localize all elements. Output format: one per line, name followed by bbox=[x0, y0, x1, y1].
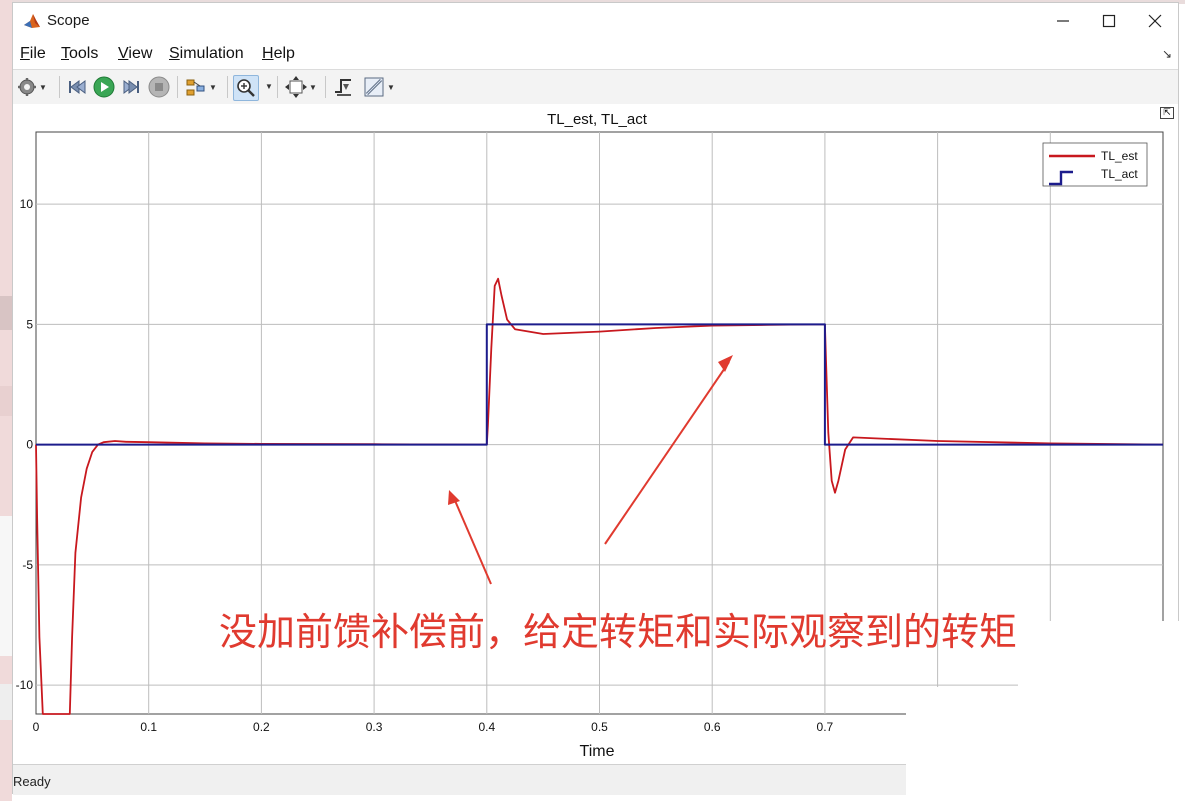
menu-bar: File Tools View Simulation Help ↘ bbox=[13, 41, 1178, 67]
scope-plot[interactable]: TL_est, TL_act 0 0.1 0.2 0.3 0.4 0.5 0.6 0.7 -1… bbox=[13, 104, 1178, 764]
window-title: Scope bbox=[47, 12, 90, 29]
y-tick-label: 0 bbox=[26, 438, 33, 452]
x-tick-label: 0.4 bbox=[478, 720, 495, 734]
menu-view[interactable]: View bbox=[118, 45, 152, 63]
scope-window: Scope File Tools View Simulation Help ↘ … bbox=[12, 2, 1179, 795]
background-window-edge bbox=[0, 0, 12, 801]
menu-file-mnemonic: F bbox=[20, 45, 30, 62]
settings-icon bbox=[18, 78, 36, 96]
toolbar-separator bbox=[325, 76, 326, 98]
annotation-text: 没加前馈补偿前，给定转矩和实际观察到的转矩 bbox=[219, 610, 1018, 654]
run-button[interactable] bbox=[93, 75, 115, 99]
toolbar: ▼ ▼ ▼ ▼ ▼ bbox=[13, 69, 1178, 105]
measure-icon bbox=[364, 77, 384, 97]
close-button[interactable] bbox=[1132, 3, 1178, 39]
menu-file[interactable]: File bbox=[20, 45, 46, 63]
x-tick-label: 0.1 bbox=[140, 720, 157, 734]
crop-overlay bbox=[906, 687, 1185, 801]
measure-button[interactable]: ▼ bbox=[363, 75, 395, 99]
zoom-in-icon bbox=[237, 79, 255, 97]
legend-label-act: TL_act bbox=[1101, 167, 1138, 181]
toolbar-separator bbox=[227, 76, 228, 98]
y-tick-labels: -10 -5 0 5 10 bbox=[16, 197, 34, 692]
x-tick-labels: 0 0.1 0.2 0.3 0.4 0.5 0.6 0.7 bbox=[33, 720, 834, 734]
chevron-down-icon: ▼ bbox=[209, 82, 217, 92]
chevron-down-icon: ▼ bbox=[387, 82, 395, 92]
minimize-button[interactable] bbox=[1040, 3, 1086, 39]
chevron-down-icon: ▼ bbox=[39, 82, 47, 92]
x-tick-label: 0.7 bbox=[817, 720, 834, 734]
highlight-button[interactable]: ▼ bbox=[185, 75, 217, 99]
menu-help-mnemonic: H bbox=[262, 45, 274, 62]
matlab-logo-icon bbox=[23, 12, 41, 30]
x-tick-label: 0.6 bbox=[704, 720, 721, 734]
toolbar-separator bbox=[59, 76, 60, 98]
stop-button[interactable] bbox=[148, 75, 170, 99]
menu-corner-arrow-icon[interactable]: ↘ bbox=[1162, 47, 1172, 61]
y-tick-label: 10 bbox=[20, 197, 34, 211]
crop-overlay bbox=[1018, 621, 1185, 687]
menu-help-label: elp bbox=[273, 45, 295, 62]
trigger-icon bbox=[335, 79, 351, 96]
maximize-button[interactable] bbox=[1086, 3, 1132, 39]
close-icon bbox=[1148, 14, 1162, 28]
fit-view-icon bbox=[285, 76, 307, 98]
title-bar[interactable]: Scope bbox=[13, 3, 1178, 39]
menu-tools-label: ools bbox=[69, 45, 99, 62]
chart-title: TL_est, TL_act bbox=[547, 111, 648, 128]
settings-button[interactable]: ▼ bbox=[17, 75, 47, 99]
toolbar-separator bbox=[277, 76, 278, 98]
step-back-button[interactable] bbox=[67, 75, 87, 99]
chevron-down-icon[interactable]: ▼ bbox=[265, 82, 273, 91]
chevron-down-icon: ▼ bbox=[309, 82, 317, 92]
stop-icon bbox=[148, 76, 170, 98]
highlight-icon bbox=[186, 79, 205, 96]
x-tick-label: 0.3 bbox=[366, 720, 383, 734]
menu-simulation[interactable]: Simulation bbox=[169, 45, 244, 63]
legend[interactable]: TL_est TL_act bbox=[1042, 142, 1148, 187]
menu-tools[interactable]: Tools bbox=[61, 45, 98, 63]
menu-simulation-label: imulation bbox=[179, 45, 244, 62]
toolbar-separator bbox=[177, 76, 178, 98]
minimize-icon bbox=[1057, 20, 1069, 22]
x-axis-label: Time bbox=[580, 743, 615, 760]
y-tick-label: 5 bbox=[26, 317, 33, 331]
fit-view-button[interactable]: ▼ bbox=[285, 75, 317, 99]
status-text: Ready bbox=[13, 774, 51, 789]
legend-label-est: TL_est bbox=[1101, 149, 1138, 163]
zoom-in-button[interactable] bbox=[233, 75, 259, 101]
menu-view-mnemonic: V bbox=[118, 45, 129, 62]
menu-view-label: iew bbox=[128, 45, 153, 62]
trigger-button[interactable] bbox=[333, 75, 355, 99]
run-icon bbox=[93, 76, 115, 98]
y-tick-label: -10 bbox=[16, 678, 34, 692]
step-forward-button[interactable] bbox=[121, 75, 141, 99]
x-tick-label: 0.2 bbox=[253, 720, 270, 734]
plot-panel: ⇱ TL_est, TL_act 0 0.1 0.2 0.3 0.4 0.5 0.6 0.7 … bbox=[13, 104, 1178, 764]
menu-simulation-mnemonic: S bbox=[169, 45, 180, 62]
step-forward-icon bbox=[123, 80, 139, 94]
y-tick-label: -5 bbox=[22, 558, 33, 572]
menu-file-label: ile bbox=[29, 45, 46, 62]
maximize-icon bbox=[1102, 14, 1116, 28]
step-back-icon bbox=[69, 80, 86, 94]
menu-help[interactable]: Help bbox=[262, 45, 295, 63]
x-tick-label: 0 bbox=[33, 720, 40, 734]
menu-tools-mnemonic: T bbox=[61, 45, 69, 62]
x-tick-label: 0.5 bbox=[591, 720, 608, 734]
